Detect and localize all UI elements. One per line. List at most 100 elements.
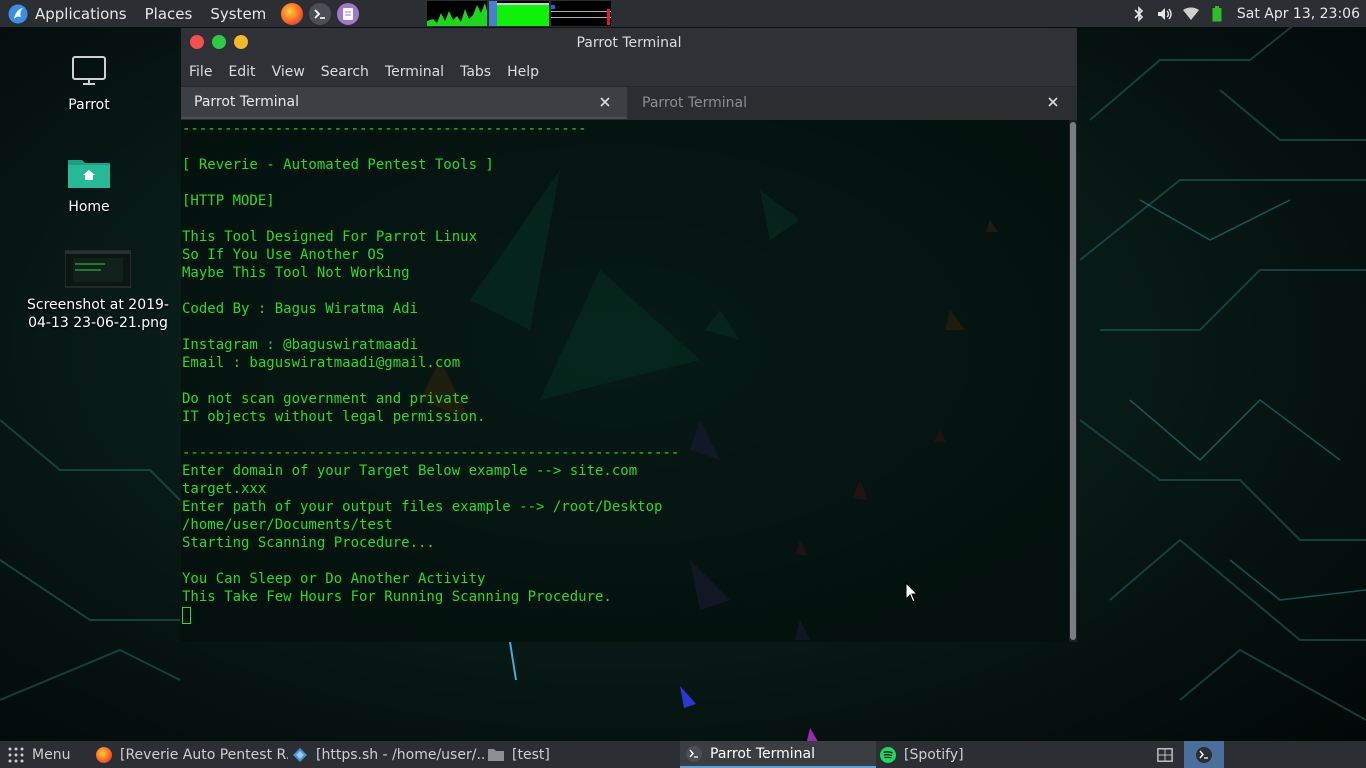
terminal-window: Parrot Terminal File Edit View Search Te…	[181, 28, 1077, 642]
menu-search[interactable]: Search	[313, 58, 377, 86]
menu-bar: File Edit View Search Terminal Tabs Help	[181, 58, 1077, 86]
terminal-prompt-line	[182, 606, 679, 624]
computer-icon	[71, 54, 107, 92]
text-cursor	[182, 607, 191, 624]
taskbar-task-spotify[interactable]: [Spotify]	[880, 741, 1030, 768]
scrollbar-thumb[interactable]	[1070, 122, 1076, 640]
spotify-icon	[880, 746, 896, 763]
desktop-icon-label: Screenshot at 2019-04-13 23-06-21.png	[26, 297, 169, 331]
terminal-line: Coded By : Bagus Wiratma Adi	[182, 301, 419, 317]
close-tab-icon[interactable]	[599, 96, 611, 108]
tab-parrot-terminal-2[interactable]: Parrot Terminal	[629, 87, 1075, 119]
task-label: [Reverie Auto Pentest R...	[120, 746, 288, 763]
title-bar[interactable]: Parrot Terminal	[181, 28, 1077, 58]
bottom-taskbar: Menu [Reverie Auto Pentest R... [https.s…	[0, 741, 1366, 768]
desktop-icon-home[interactable]: Home	[14, 156, 164, 216]
home-folder-icon	[66, 156, 112, 194]
network-graph	[551, 1, 611, 26]
desktop-icon-label: Parrot	[68, 97, 110, 113]
firefox-icon[interactable]	[281, 2, 304, 25]
system-monitor-applet[interactable]	[427, 1, 611, 26]
applications-menu-label: Applications	[35, 4, 127, 23]
cpu-graph	[427, 1, 487, 26]
workspace-switcher-button[interactable]	[1154, 741, 1176, 768]
terminal-text: ----------------------------------------…	[182, 120, 679, 624]
terminal-line: ----------------------------------------…	[182, 121, 587, 137]
menu-terminal[interactable]: Terminal	[377, 58, 452, 86]
tab-parrot-terminal-1[interactable]: Parrot Terminal	[181, 87, 627, 119]
terminal-line: [ Reverie - Automated Pentest Tools ]	[182, 157, 494, 173]
task-label: [https.sh - /home/user/...	[316, 746, 484, 763]
clock[interactable]: Sat Apr 13, 23:06	[1237, 6, 1360, 22]
wifi-icon[interactable]	[1182, 6, 1199, 22]
grid-menu-icon	[8, 747, 24, 763]
terminal-scrollbar[interactable]	[1069, 120, 1077, 642]
memory-graph	[489, 1, 549, 26]
terminal-line: ----------------------------------------…	[182, 445, 680, 461]
editor-icon	[292, 747, 308, 763]
terminal-line: So If You Use Another OS	[182, 247, 385, 263]
taskbar-menu-button[interactable]: Menu	[8, 741, 84, 768]
terminal-line: /home/user/Documents/test	[182, 517, 393, 533]
screenshot-file-icon	[64, 250, 132, 292]
firefox-icon	[96, 746, 112, 763]
folder-icon	[488, 747, 504, 763]
terminal-line: IT objects without legal permission.	[182, 409, 486, 425]
desktop-icon-label: Home	[68, 199, 110, 215]
taskbar-task-folder[interactable]: [test]	[488, 741, 648, 768]
applications-menu[interactable]: Applications	[0, 0, 136, 27]
terminal-line: target.xxx	[182, 481, 267, 497]
terminal-icon	[1196, 746, 1212, 763]
taskbar-task-terminal[interactable]: Parrot Terminal	[680, 741, 876, 768]
battery-icon[interactable]	[1209, 5, 1225, 22]
menu-tabs[interactable]: Tabs	[452, 58, 499, 86]
window-title: Parrot Terminal	[576, 35, 682, 51]
parrot-logo-icon	[8, 4, 28, 24]
workspace-icon	[1157, 747, 1173, 763]
task-label: [test]	[512, 746, 550, 763]
terminal-line: This Take Few Hours For Running Scanning…	[182, 589, 612, 605]
taskbar-task-editor[interactable]: [https.sh - /home/user/...	[292, 741, 484, 768]
terminal-line: Enter domain of your Target Below exampl…	[182, 463, 638, 479]
terminal-line: You Can Sleep or Do Another Activity	[182, 571, 486, 587]
task-label: [Spotify]	[904, 746, 964, 763]
menu-edit[interactable]: Edit	[220, 58, 263, 86]
top-panel: Applications Places System Sat Apr 13, 2…	[0, 0, 1366, 27]
task-label: Parrot Terminal	[710, 745, 816, 762]
volume-icon[interactable]	[1157, 6, 1173, 22]
terminal-icon[interactable]	[309, 2, 332, 25]
terminal-line: [HTTP MODE]	[182, 193, 275, 209]
terminal-icon	[686, 745, 702, 762]
terminal-line: Enter path of your output files example …	[182, 499, 663, 515]
close-tab-icon[interactable]	[1047, 96, 1059, 108]
terminal-line: Do not scan government and private	[182, 391, 469, 407]
menu-file[interactable]: File	[181, 58, 220, 86]
system-menu[interactable]: System	[201, 0, 275, 27]
terminal-line: Maybe This Tool Not Working	[182, 265, 410, 281]
desktop-icon-parrot[interactable]: Parrot	[14, 54, 164, 114]
menu-help[interactable]: Help	[499, 58, 547, 86]
terminal-line: Starting Scanning Procedure...	[182, 535, 435, 551]
taskbar-task-firefox[interactable]: [Reverie Auto Pentest R...	[96, 741, 288, 768]
desktop-icon-screenshot[interactable]: Screenshot at 2019-04-13 23-06-21.png	[22, 250, 174, 332]
text-editor-icon[interactable]	[337, 2, 360, 25]
terminal-line: This Tool Designed For Parrot Linux	[182, 229, 478, 245]
tab-label: Parrot Terminal	[194, 94, 300, 110]
terminal-output[interactable]: ----------------------------------------…	[181, 120, 1069, 642]
terminal-line: Email : baguswiratmaadi@gmail.com	[182, 355, 461, 371]
menu-view[interactable]: View	[264, 58, 313, 86]
tab-label: Parrot Terminal	[642, 95, 748, 111]
workspace-active-terminal[interactable]	[1184, 741, 1224, 768]
bluetooth-icon[interactable]	[1131, 5, 1147, 22]
system-tray: Sat Apr 13, 23:06	[1131, 0, 1366, 27]
mouse-pointer-icon	[905, 582, 919, 603]
places-menu[interactable]: Places	[136, 0, 202, 27]
